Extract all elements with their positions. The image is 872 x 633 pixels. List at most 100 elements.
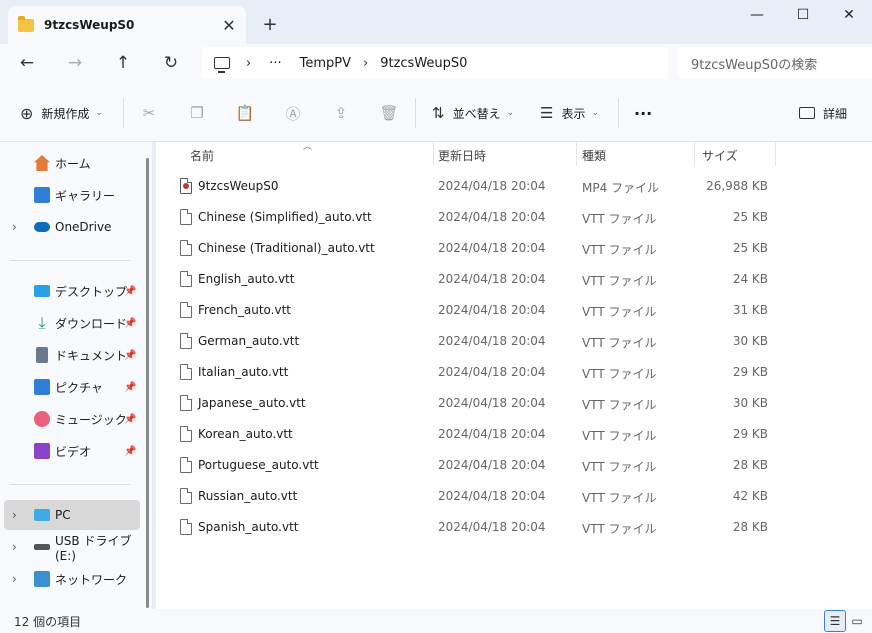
music-icon (34, 411, 50, 427)
onedrive-icon (34, 222, 50, 232)
up-button[interactable]: ↑ (105, 48, 141, 78)
file-row[interactable]: 9tzcsWeupS0 2024/04/18 20:04 MP4 ファイル 26,98… (156, 171, 872, 202)
sidebar-item-home[interactable]: ホーム (4, 148, 140, 178)
cut-icon[interactable]: ✂ (140, 104, 158, 122)
sidebar-item-desktop[interactable]: デスクトップ 📌 (4, 276, 140, 306)
breadcrumb-more[interactable]: ··· (269, 56, 281, 71)
file-date: 2024/04/18 20:04 (438, 210, 546, 224)
pin-icon[interactable]: 📌 (124, 414, 136, 425)
file-row[interactable]: Spanish_auto.vtt 2024/04/18 20:04 VTT ファイル… (156, 512, 872, 543)
column-header-date[interactable]: 更新日時 (438, 142, 574, 168)
text-file-icon (180, 395, 192, 411)
file-row[interactable]: Chinese (Simplified)_auto.vtt 2024/04/18 … (156, 202, 872, 233)
breadcrumb-temppv[interactable]: TempPV (300, 56, 351, 71)
tab-current-folder[interactable]: 9tzcsWeupS0 ✕ (8, 6, 246, 44)
more-options-button[interactable]: ··· (634, 100, 652, 126)
file-size: 42 KB (732, 489, 768, 503)
maximize-button[interactable]: ☐ (780, 0, 826, 30)
file-size: 25 KB (732, 210, 768, 224)
text-file-icon (180, 333, 192, 349)
paste-icon[interactable]: 📋 (236, 104, 255, 122)
file-type: VTT ファイル (582, 429, 657, 443)
column-divider[interactable] (694, 142, 695, 166)
file-date: 2024/04/18 20:04 (438, 489, 546, 503)
item-count: 12 個の項目 (14, 615, 82, 629)
tiles-view-button[interactable]: ▭ (846, 610, 868, 632)
divider (415, 98, 416, 128)
divider (10, 260, 130, 261)
sidebar-item-pictures[interactable]: ピクチャ 📌 (4, 372, 140, 402)
pin-icon[interactable]: 📌 (124, 318, 136, 329)
text-file-icon (180, 364, 192, 380)
column-header-size[interactable]: サイズ (702, 142, 772, 168)
new-tab-button[interactable]: + (256, 10, 284, 38)
address-bar[interactable]: › ··· TempPV › 9tzcsWeupS0 (202, 47, 668, 79)
sort-button[interactable]: ⇅ 並べ替え ⌄ (432, 100, 514, 126)
file-row[interactable]: English_auto.vtt 2024/04/18 20:04 VTT ファイル… (156, 264, 872, 295)
chevron-right-icon[interactable]: › (12, 572, 22, 586)
file-row[interactable]: French_auto.vtt 2024/04/18 20:04 VTT ファイル 3… (156, 295, 872, 326)
file-type: MP4 ファイル (582, 181, 660, 195)
rename-icon[interactable]: Ⓐ (284, 104, 302, 123)
column-divider[interactable] (576, 142, 577, 166)
delete-icon[interactable]: 🗑 (379, 104, 398, 122)
desktop-icon (34, 285, 50, 297)
share-icon[interactable]: ⇪ (332, 104, 350, 122)
file-date: 2024/04/18 20:04 (438, 520, 546, 534)
chevron-right-icon[interactable]: › (12, 220, 22, 234)
file-row[interactable]: Italian_auto.vtt 2024/04/18 20:04 VTT ファイル… (156, 357, 872, 388)
file-name: 9tzcsWeupS0 (198, 179, 279, 193)
chevron-down-icon: ⌄ (95, 108, 103, 118)
text-file-icon (180, 426, 192, 442)
refresh-button[interactable]: ↻ (153, 48, 189, 78)
file-name: Russian_auto.vtt (198, 489, 298, 503)
file-row[interactable]: German_auto.vtt 2024/04/18 20:04 VTT ファイル 3… (156, 326, 872, 357)
file-row[interactable]: Japanese_auto.vtt 2024/04/18 20:04 VTT ファイ… (156, 388, 872, 419)
file-row[interactable]: Chinese (Traditional)_auto.vtt 2024/04/18… (156, 233, 872, 264)
sidebar-scrollbar[interactable] (146, 158, 149, 608)
minimize-button[interactable]: — (734, 0, 780, 30)
pin-icon[interactable]: 📌 (124, 382, 136, 393)
tab-title: 9tzcsWeupS0 (44, 18, 135, 32)
file-type: VTT ファイル (582, 491, 657, 505)
sidebar-item-music[interactable]: ミュージック 📌 (4, 404, 140, 434)
breadcrumb-current[interactable]: 9tzcsWeupS0 (380, 56, 467, 71)
column-divider[interactable] (433, 142, 434, 166)
sidebar-item-usb-drive[interactable]: › USB ドライブ (E:) (4, 532, 140, 563)
chevron-down-icon: ⌄ (506, 108, 515, 118)
chevron-right-icon[interactable]: › (12, 540, 22, 554)
file-size: 24 KB (732, 272, 768, 286)
sidebar-item-pc[interactable]: › PC (4, 500, 140, 530)
tab-close-button[interactable]: ✕ (216, 12, 242, 38)
file-row[interactable]: Russian_auto.vtt 2024/04/18 20:04 VTT ファイル… (156, 481, 872, 512)
sidebar-item-network[interactable]: › ネットワーク (4, 564, 140, 594)
sidebar-item-documents[interactable]: ドキュメント 📌 (4, 340, 140, 370)
file-date: 2024/04/18 20:04 (438, 179, 546, 193)
chevron-right-icon[interactable]: › (12, 508, 22, 522)
view-button[interactable]: ☰ 表示 ⌄ (540, 100, 599, 126)
file-name: Spanish_auto.vtt (198, 520, 299, 534)
details-button[interactable]: 詳細 (799, 100, 847, 126)
file-size: 26,988 KB (706, 179, 768, 193)
sidebar-item-onedrive[interactable]: › OneDrive (4, 212, 140, 242)
pin-icon[interactable]: 📌 (124, 446, 136, 457)
back-button[interactable]: ← (9, 48, 45, 78)
file-name: English_auto.vtt (198, 272, 295, 286)
close-window-button[interactable]: ✕ (826, 0, 872, 30)
sidebar-item-downloads[interactable]: ⤓ ダウンロード 📌 (4, 308, 140, 338)
column-header-type[interactable]: 種類 (582, 142, 692, 168)
details-view-button[interactable]: ☰ (824, 610, 846, 632)
search-input[interactable]: 9tzcsWeupS0の検索 (677, 47, 872, 79)
pin-icon[interactable]: 📌 (124, 350, 136, 361)
column-divider[interactable] (775, 142, 776, 166)
pin-icon[interactable]: 📌 (124, 286, 136, 297)
file-row[interactable]: Portuguese_auto.vtt 2024/04/18 20:04 VTT フ… (156, 450, 872, 481)
sidebar-item-gallery[interactable]: ギャラリー (4, 180, 140, 210)
column-header-name[interactable]: 名前 (190, 142, 430, 168)
file-row[interactable]: Korean_auto.vtt 2024/04/18 20:04 VTT ファイル 2… (156, 419, 872, 450)
sidebar-item-videos[interactable]: ビデオ 📌 (4, 436, 140, 466)
file-size: 29 KB (732, 427, 768, 441)
forward-button[interactable]: → (57, 48, 93, 78)
copy-icon[interactable]: ❐ (188, 104, 206, 122)
new-button[interactable]: ⊕ 新規作成 ⌄ (20, 100, 103, 126)
